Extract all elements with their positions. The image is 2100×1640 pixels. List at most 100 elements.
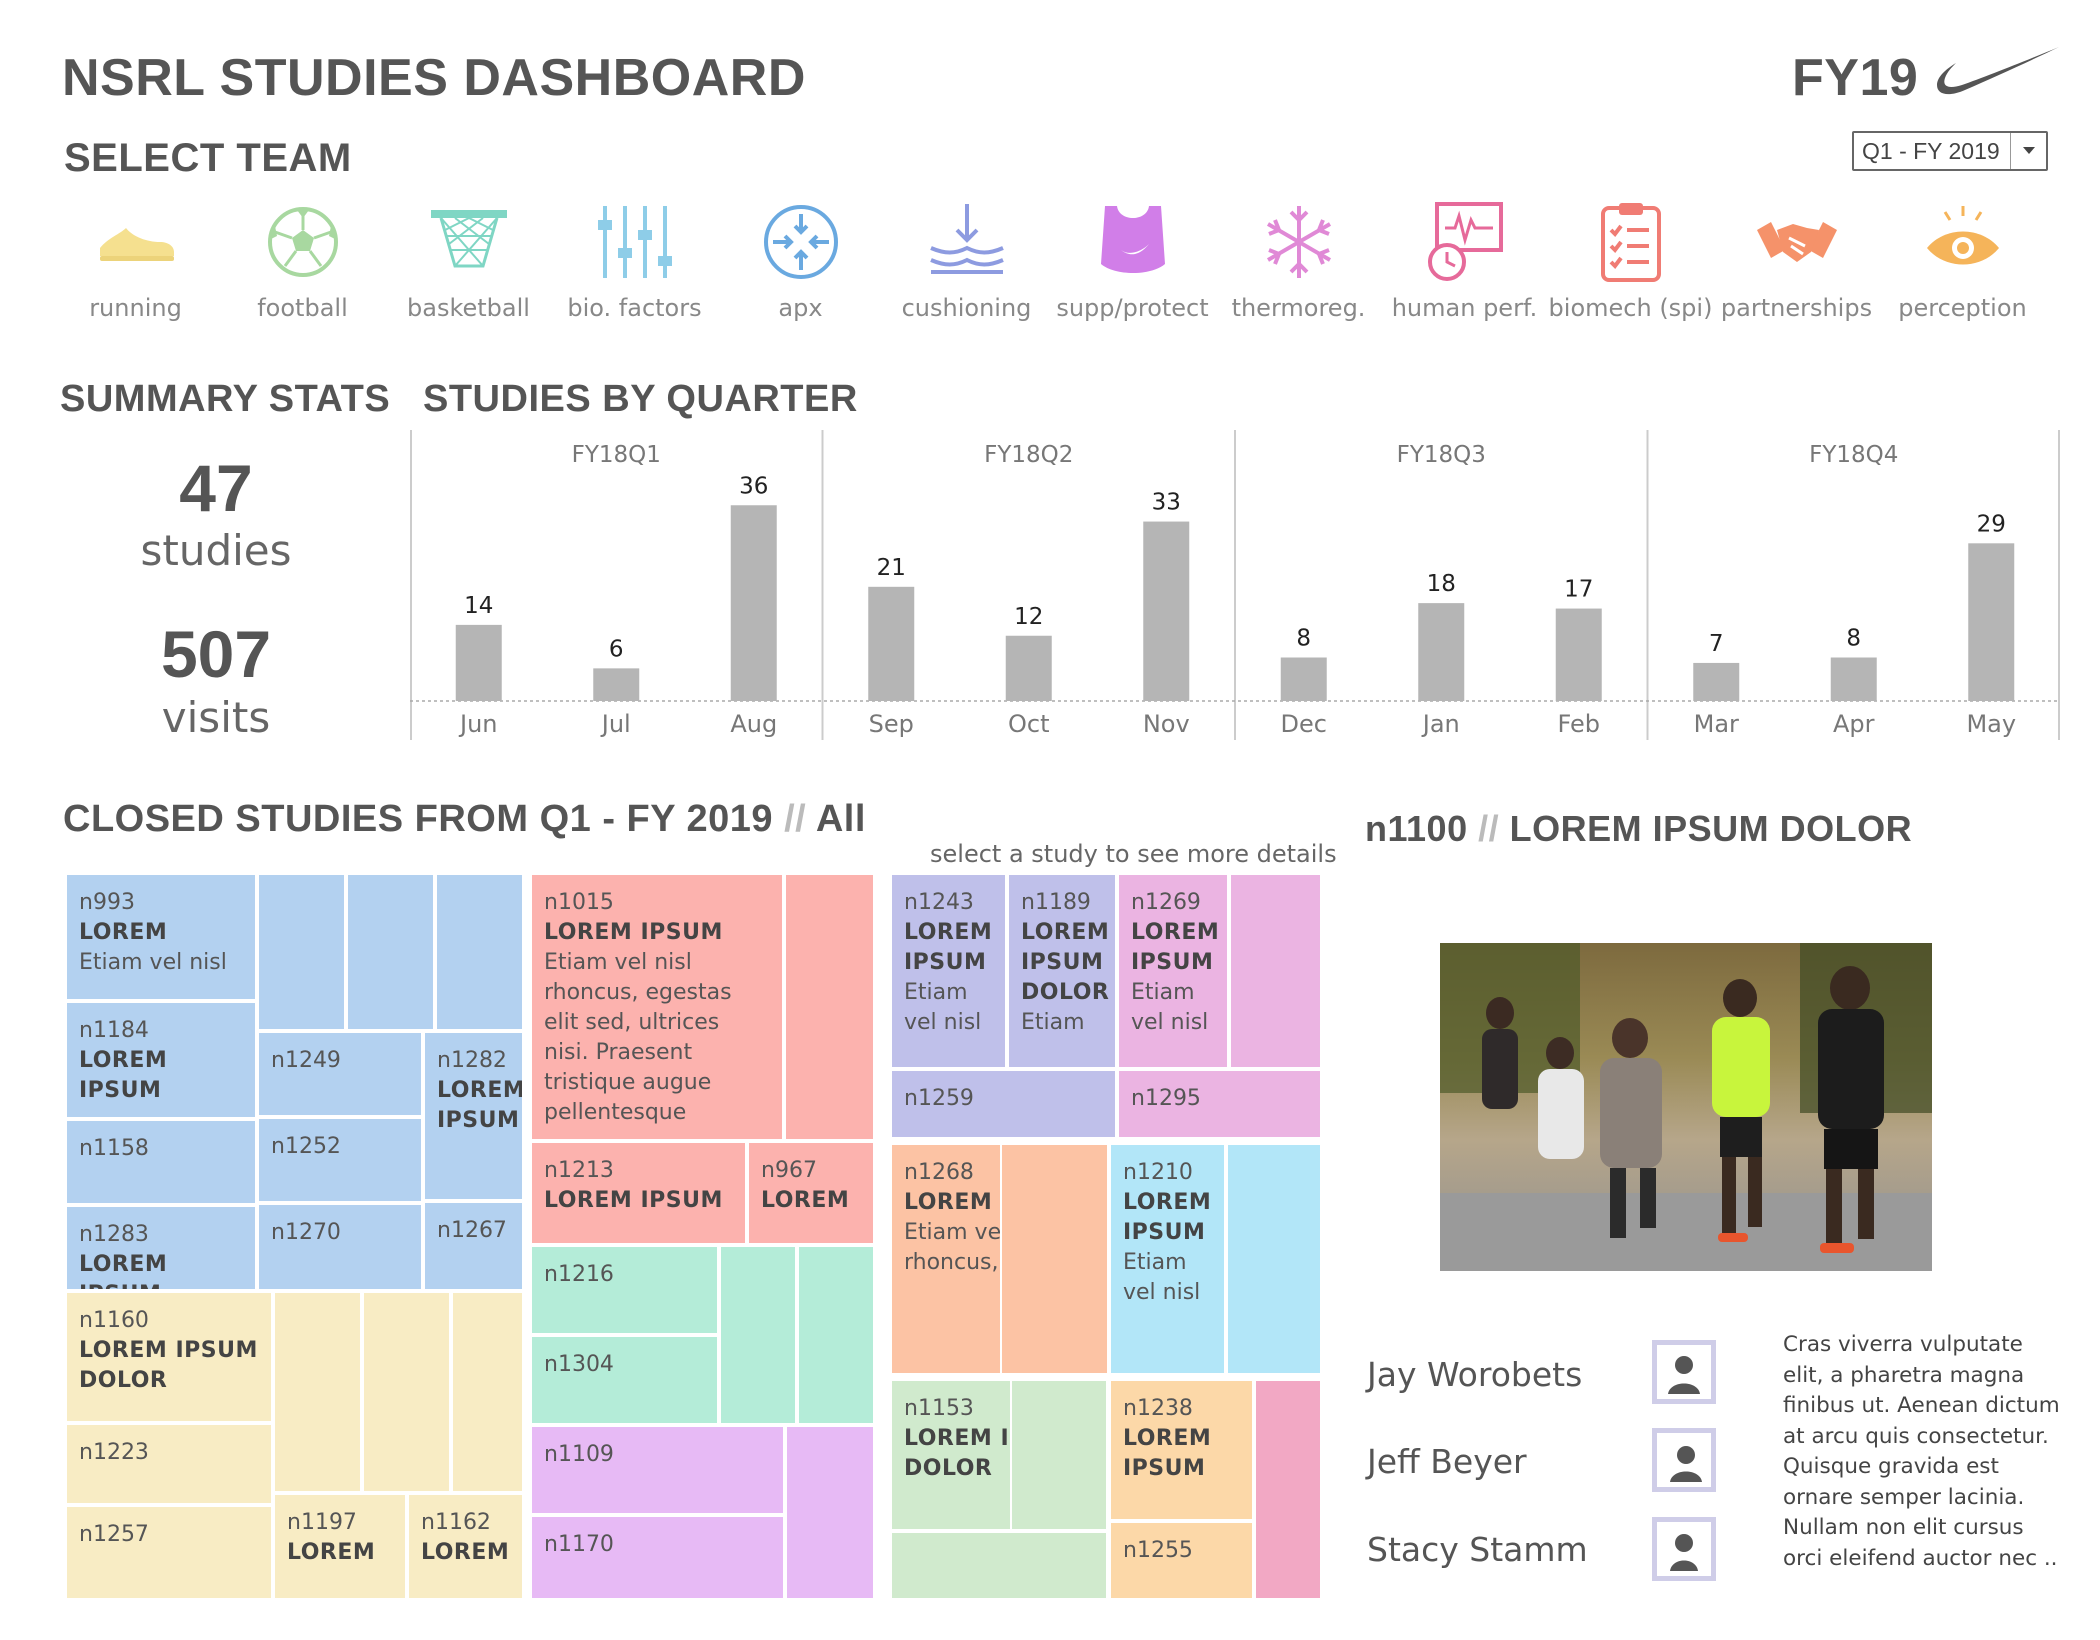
bar	[730, 505, 777, 701]
study-cell[interactable]: n1109	[530, 1425, 785, 1515]
study-cell[interactable]: n1283 LOREM IPSUM	[65, 1205, 257, 1291]
month-tick-label: Jul	[600, 710, 631, 738]
studies-count: 47	[179, 451, 253, 525]
shoe-icon	[99, 228, 174, 261]
study-cell[interactable]	[435, 873, 524, 1031]
month-tick-label: Aug	[730, 710, 777, 738]
study-cell[interactable]	[257, 873, 346, 1031]
team-biomech[interactable]: biomech (spi)	[1548, 200, 1713, 325]
study-id: n1249	[271, 1048, 341, 1073]
team-human-perf[interactable]: human perf.	[1382, 200, 1547, 325]
study-id: n1270	[271, 1220, 341, 1245]
bar-value-label: 7	[1709, 631, 1724, 657]
team-cushioning[interactable]: cushioning	[884, 200, 1049, 325]
study-name: LOREM IPSUM	[544, 920, 723, 945]
bar-value-label: 12	[1014, 604, 1043, 630]
study-cell[interactable]	[1000, 1143, 1109, 1375]
study-cell[interactable]: n1184 LOREM IPSUM	[65, 1001, 257, 1119]
team-label: partnerships	[1720, 294, 1873, 322]
study-cell[interactable]	[362, 1291, 451, 1493]
team-supp-protect[interactable]: supp/protect	[1050, 200, 1215, 325]
team-basketball[interactable]: basketball	[386, 200, 551, 325]
study-cell[interactable]: n967 LOREM	[747, 1141, 875, 1245]
quarter-label: FY18Q1	[572, 442, 661, 468]
study-cell[interactable]: n1304	[530, 1335, 719, 1425]
study-cell[interactable]	[797, 1245, 875, 1425]
team-football[interactable]: football	[220, 200, 385, 325]
study-cell[interactable]: n1223	[65, 1423, 273, 1505]
study-name: LOREM IPSUM	[1123, 1190, 1212, 1245]
bar	[1555, 608, 1602, 701]
study-cell[interactable]	[1226, 1143, 1322, 1375]
study-cell[interactable]: n1189 LOREM IPSUM DOLOR Etiam	[1007, 873, 1117, 1069]
study-cell[interactable]: n1158	[65, 1119, 257, 1205]
study-cell[interactable]	[346, 873, 435, 1031]
study-id: n1189	[1021, 890, 1091, 915]
select-team-heading: SELECT TEAM	[64, 136, 352, 180]
study-name: LOREM IPSUM	[904, 920, 993, 975]
heading-separator: //	[784, 798, 807, 840]
bar-value-label: 36	[739, 473, 768, 499]
study-cell[interactable]	[273, 1291, 362, 1493]
study-name: LOREM IPSUM	[79, 1048, 168, 1103]
studies-by-quarter-heading: STUDIES BY QUARTER	[423, 378, 858, 420]
study-cell[interactable]: n1216	[530, 1245, 719, 1335]
study-cell[interactable]	[451, 1291, 524, 1493]
study-cell[interactable]: n1238 LOREM IPSUM	[1109, 1379, 1254, 1521]
eye-icon	[1926, 206, 1999, 265]
study-id: n1223	[79, 1440, 149, 1465]
study-cell[interactable]: n1269 LOREM IPSUM Etiam vel nisl	[1117, 873, 1229, 1069]
study-id: n1243	[904, 890, 974, 915]
chevron-down-icon[interactable]	[2010, 133, 2046, 169]
study-cell[interactable]: n1213 LOREM IPSUM	[530, 1141, 747, 1245]
team-bio-factors[interactable]: bio. factors	[552, 200, 717, 325]
bar	[593, 668, 640, 701]
study-id: n1257	[79, 1522, 149, 1547]
month-tick-label: Dec	[1281, 710, 1327, 738]
team-label: biomech (spi)	[1548, 294, 1713, 322]
study-cell[interactable]	[784, 873, 875, 1141]
study-cell[interactable]: n1015 LOREM IPSUM Etiam vel nisl rhoncus, …	[530, 873, 784, 1141]
study-cell[interactable]: n1162 LOREM	[407, 1493, 524, 1600]
study-name: LOREM IPSUM	[1123, 1426, 1212, 1481]
study-cell[interactable]: n1295	[1117, 1069, 1322, 1139]
study-cell[interactable]: n1259	[890, 1069, 1117, 1139]
study-cell[interactable]	[785, 1425, 875, 1600]
study-cell[interactable]: n1170	[530, 1515, 785, 1600]
team-perception[interactable]: perception	[1880, 200, 2045, 325]
team-label: human perf.	[1391, 294, 1538, 322]
study-cell[interactable]: n993 LOREM Etiam vel nisl	[65, 873, 257, 1001]
person-name: Jeff Beyer	[1367, 1442, 1527, 1481]
study-cell[interactable]: n1197 LOREM	[273, 1493, 407, 1600]
study-cell[interactable]	[1010, 1379, 1108, 1531]
study-cell[interactable]: n1257	[65, 1505, 273, 1600]
team-apx[interactable]: apx	[718, 200, 883, 325]
study-cell[interactable]: n1160 LOREM IPSUM DOLOR	[65, 1291, 273, 1423]
team-partnerships[interactable]: partnerships	[1714, 200, 1879, 325]
study-id: n967	[761, 1158, 817, 1183]
closed-heading-filter: All	[815, 798, 866, 840]
study-id: n1162	[421, 1510, 491, 1535]
study-cell[interactable]: n1252	[257, 1117, 423, 1203]
month-tick-label: May	[1966, 710, 2016, 738]
study-cell[interactable]	[719, 1245, 797, 1425]
study-id: n1160	[79, 1308, 149, 1333]
study-id: n1109	[544, 1442, 614, 1467]
study-cell[interactable]: n1243 LOREM IPSUM Etiam vel nisl	[890, 873, 1007, 1069]
study-cell[interactable]	[1254, 1379, 1322, 1600]
quarter-dropdown[interactable]: Q1 - FY 2019	[1852, 131, 2048, 171]
study-cell[interactable]: n1267	[423, 1201, 524, 1291]
study-cell[interactable]	[1229, 873, 1322, 1069]
team-thermoreg[interactable]: thermoreg.	[1216, 200, 1381, 325]
study-cell[interactable]: n1255	[1109, 1521, 1254, 1600]
month-tick-label: Apr	[1833, 710, 1875, 738]
clipboard-icon	[1600, 203, 1661, 282]
study-cell[interactable]: n1249	[257, 1031, 423, 1117]
team-running[interactable]: running	[53, 200, 218, 325]
bar	[1418, 603, 1465, 701]
study-id: n1170	[544, 1532, 614, 1557]
study-cell[interactable]: n1282 LOREM IPSUM	[423, 1031, 524, 1201]
study-cell[interactable]: n1210 LOREM IPSUM Etiam vel nisl	[1109, 1143, 1226, 1375]
study-cell[interactable]	[890, 1531, 1108, 1600]
study-cell[interactable]: n1270	[257, 1203, 423, 1291]
